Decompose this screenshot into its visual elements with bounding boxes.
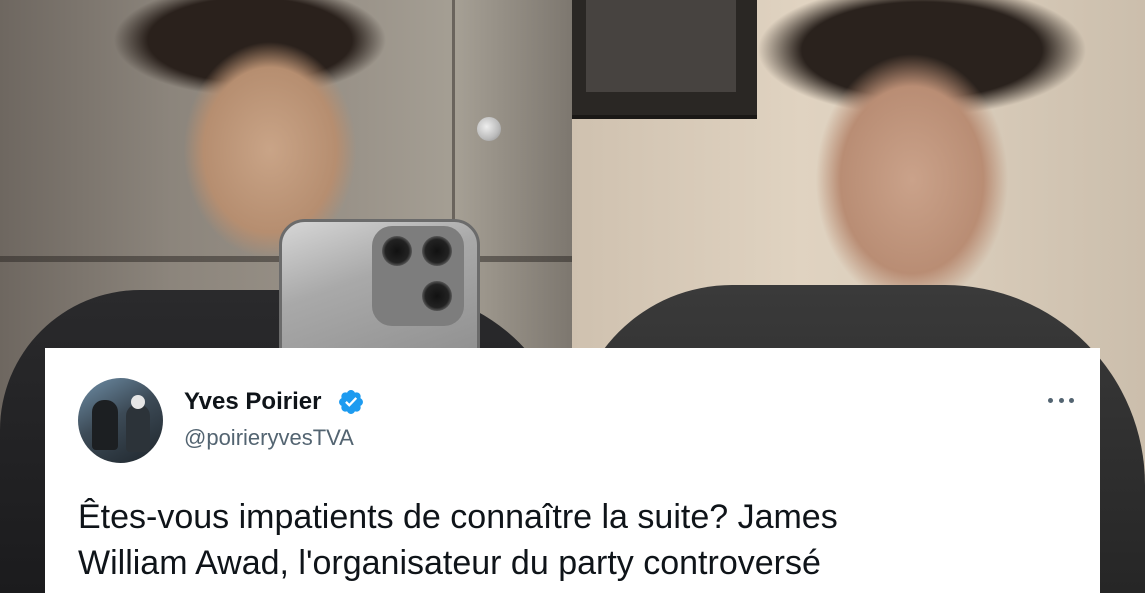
tweet-text-line: Êtes-vous impatients de connaître la sui… bbox=[78, 498, 838, 536]
tweet-text: Êtes-vous impatients de connaître la sui… bbox=[78, 494, 1078, 586]
door-knob bbox=[477, 117, 501, 141]
display-name[interactable]: Yves Poirier bbox=[184, 388, 321, 416]
user-handle[interactable]: @poirieryvesTVA bbox=[184, 425, 354, 451]
camera-lens bbox=[422, 236, 452, 266]
phone-camera-module bbox=[372, 226, 464, 326]
wall-frame bbox=[572, 0, 757, 119]
avatar-figure bbox=[126, 404, 150, 452]
avatar-figure bbox=[92, 400, 118, 450]
camera-lens bbox=[422, 281, 452, 311]
camera-lens bbox=[382, 236, 412, 266]
wall-frame-inner bbox=[586, 0, 736, 92]
tweet-card: Yves Poirier @poirieryvesTVA Êtes-vous i… bbox=[45, 348, 1100, 593]
avatar-figure-head bbox=[131, 395, 145, 409]
avatar[interactable] bbox=[78, 378, 163, 463]
verified-badge-icon bbox=[339, 390, 363, 414]
more-options-icon[interactable] bbox=[1046, 390, 1076, 410]
tweet-text-line: William Awad, l'organisateur du party co… bbox=[78, 544, 821, 582]
